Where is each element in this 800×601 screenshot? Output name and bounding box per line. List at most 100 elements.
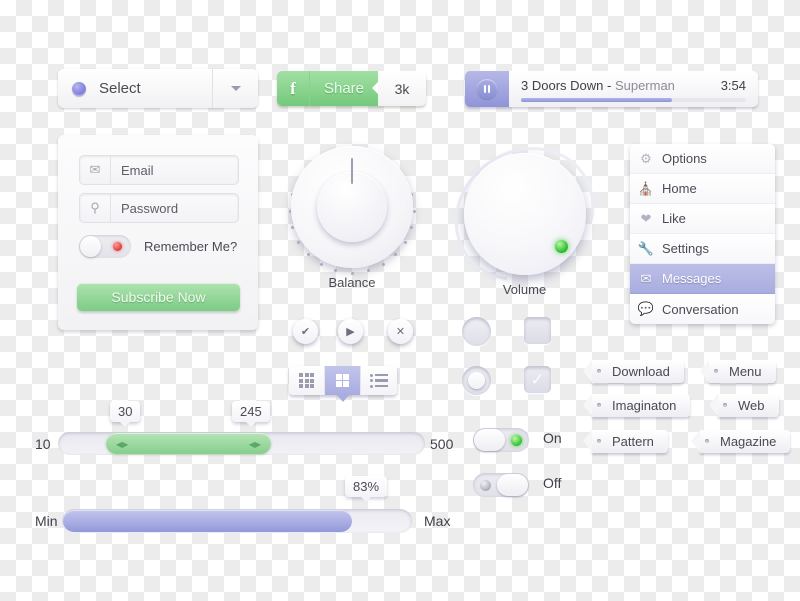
key-icon: ⚲ xyxy=(80,194,111,222)
range-slider-fill[interactable]: ◀▶ ◀▶ xyxy=(106,433,271,454)
share-button-label[interactable]: Share xyxy=(310,71,378,106)
remember-me-toggle[interactable] xyxy=(79,235,131,258)
tag-label: Pattern xyxy=(612,434,654,449)
segment-list-view[interactable] xyxy=(361,366,397,395)
status-led-icon xyxy=(113,242,122,251)
tag-hole-icon xyxy=(705,439,709,443)
player-track: Superman xyxy=(614,78,675,93)
range-handle-lower[interactable]: ◀▶ xyxy=(116,440,128,449)
player-title: 3 Doors Down - Superman xyxy=(521,78,675,93)
tag-menu[interactable]: Menu xyxy=(700,360,776,383)
tag-pattern[interactable]: Pattern xyxy=(583,430,668,453)
range-upper-tooltip: 245 xyxy=(232,401,270,427)
volume-knob-label: Volume xyxy=(502,282,547,297)
status-led-icon xyxy=(480,480,491,491)
player-progress-track[interactable] xyxy=(521,98,746,102)
menu-item-settings[interactable]: 🔧 Settings xyxy=(630,234,775,264)
tag-hole-icon xyxy=(714,369,718,373)
select-dropdown-label: Select xyxy=(99,80,141,97)
pause-icon xyxy=(477,79,497,99)
email-field-value: Email xyxy=(121,162,154,178)
envelope-icon: ✉ xyxy=(80,156,111,184)
range-slider-track[interactable]: ◀▶ ◀▶ xyxy=(58,432,425,455)
toggle-off-label: Off xyxy=(543,475,562,491)
progress-max-label: Max xyxy=(424,513,451,529)
toggle-switch-on[interactable] xyxy=(473,428,529,452)
toggle-knob xyxy=(474,429,505,451)
play-button[interactable]: ▶ xyxy=(338,319,363,344)
checkbox-unchecked[interactable] xyxy=(524,317,551,344)
menu-item-label: Home xyxy=(662,181,697,196)
progress-slider-fill xyxy=(63,510,352,532)
range-handle-upper[interactable]: ◀▶ xyxy=(249,440,261,449)
player-separator: - xyxy=(603,78,615,93)
status-led-icon xyxy=(511,435,522,446)
menu-item-options[interactable]: ⚙ Options xyxy=(630,144,775,174)
balance-knob-group: Balance xyxy=(287,146,417,290)
volume-led-icon xyxy=(554,240,568,253)
home-icon: ⛪ xyxy=(637,180,655,196)
segment-grid-view[interactable] xyxy=(289,366,325,395)
tag-download[interactable]: Download xyxy=(583,360,684,383)
player-artist: 3 Doors Down xyxy=(521,78,604,93)
tag-imaginaton[interactable]: Imaginaton xyxy=(582,394,691,417)
view-mode-segmented-control xyxy=(289,366,397,402)
player-meta: 3 Doors Down - Superman 3:54 xyxy=(509,71,758,107)
close-button[interactable]: ✕ xyxy=(388,319,413,344)
toggle-switch-off[interactable] xyxy=(473,473,529,497)
facebook-f-icon: f xyxy=(277,71,310,106)
tag-hole-icon xyxy=(597,403,601,407)
menu-item-home[interactable]: ⛪ Home xyxy=(630,174,775,204)
player-time: 3:54 xyxy=(720,78,746,93)
select-dropdown-toggle[interactable] xyxy=(212,69,258,108)
menu-item-like[interactable]: ❤ Like xyxy=(630,204,775,234)
password-field-value: Password xyxy=(121,200,179,216)
menu-item-label: Conversation xyxy=(662,301,739,317)
play-icon: ▶ xyxy=(346,326,355,338)
heart-icon: ❤ xyxy=(640,210,652,226)
segment-tile-view[interactable] xyxy=(325,366,361,402)
menu-item-messages[interactable]: ✉ Messages xyxy=(630,264,775,294)
progress-value-tooltip: 83% xyxy=(345,476,388,502)
menu-item-conversation[interactable]: 💬 Conversation xyxy=(630,294,775,324)
pause-button[interactable] xyxy=(465,71,509,107)
gear-icon: ⚙ xyxy=(640,150,652,166)
chevron-down-icon xyxy=(230,86,241,91)
balance-knob[interactable] xyxy=(291,146,413,268)
envelope-icon: ✉ xyxy=(640,270,652,286)
tag-label: Magazine xyxy=(720,434,777,449)
grid-9-icon xyxy=(299,373,314,388)
tag-label: Web xyxy=(738,398,765,413)
check-icon: ✓ xyxy=(530,369,545,389)
tag-hole-icon xyxy=(597,439,601,443)
password-field[interactable]: ⚲ Password xyxy=(79,193,239,223)
progress-slider-track[interactable] xyxy=(62,509,412,533)
menu-item-label: Like xyxy=(662,211,686,226)
range-max-label: 500 xyxy=(430,436,454,452)
toggle-on-label: On xyxy=(543,430,562,446)
tag-magazine[interactable]: Magazine xyxy=(690,430,791,453)
email-field[interactable]: ✉ Email xyxy=(79,155,239,185)
share-count-badge: 3k xyxy=(372,71,426,106)
tag-hole-icon xyxy=(723,403,727,407)
music-player: 3 Doors Down - Superman 3:54 xyxy=(465,71,758,107)
close-icon: ✕ xyxy=(395,326,406,338)
select-dropdown[interactable]: Select xyxy=(58,69,258,108)
wrench-icon: 🔧 xyxy=(637,240,655,256)
share-button-group[interactable]: f Share 3k xyxy=(277,71,426,106)
grid-4-icon xyxy=(335,373,350,388)
balance-knob-label: Balance xyxy=(328,275,376,290)
tag-web[interactable]: Web xyxy=(709,394,779,417)
checkbox-checked[interactable]: ✓ xyxy=(524,366,551,393)
remember-me-label: Remember Me? xyxy=(144,239,238,254)
subscribe-button[interactable]: Subscribe Now xyxy=(77,283,240,311)
tag-label: Menu xyxy=(729,364,762,379)
volume-knob-group: Volume xyxy=(428,119,621,309)
knob-needle-indicator xyxy=(351,158,353,184)
volume-knob[interactable] xyxy=(463,153,586,275)
list-icon xyxy=(370,373,388,388)
confirm-button[interactable]: ✔ xyxy=(293,319,318,344)
radio-button-selected[interactable] xyxy=(462,366,491,395)
radio-button-unselected[interactable] xyxy=(462,317,491,346)
menu-item-label: Settings xyxy=(662,241,709,256)
